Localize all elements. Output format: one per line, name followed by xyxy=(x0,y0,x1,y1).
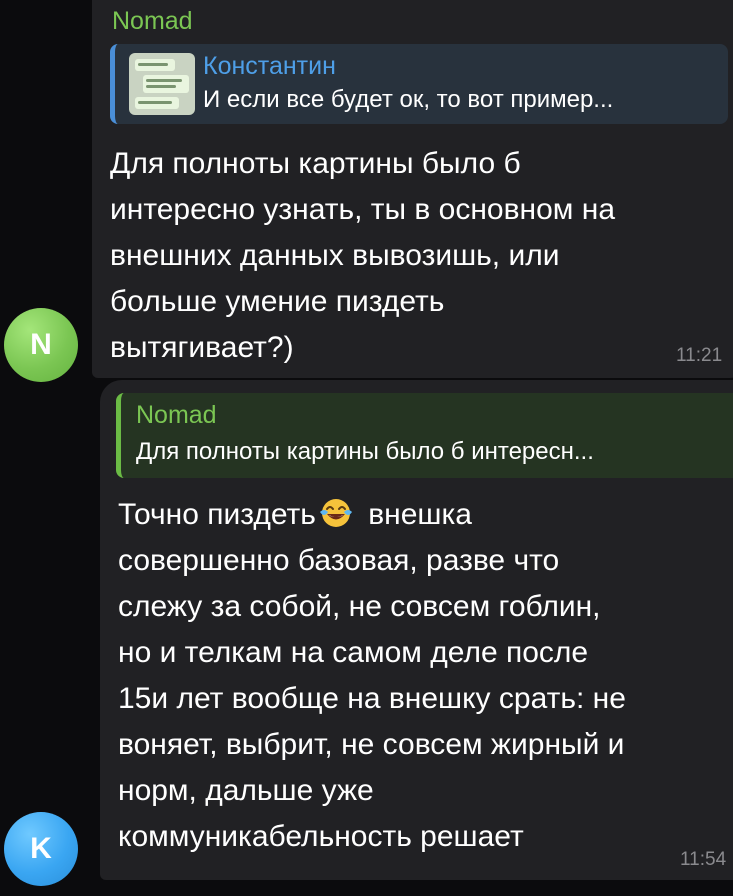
avatar-letter: N xyxy=(30,328,52,361)
chat-view: Nomad Константин И если все будет ок, то… xyxy=(0,0,733,896)
message-time: 11:21 xyxy=(676,345,723,366)
avatar[interactable]: N xyxy=(4,308,78,382)
avatar-letter: K xyxy=(30,832,52,865)
reply-quote[interactable]: Nomad Для полноты картины было б интерес… xyxy=(116,393,733,478)
message-text: Для полноты картины было б интересно узн… xyxy=(110,147,616,364)
reply-author: Nomad xyxy=(136,401,217,429)
message-bubble[interactable]: Nomad Константин И если все будет ок, то… xyxy=(92,0,733,378)
reply-author: Константин xyxy=(203,52,336,80)
message-bubble[interactable]: Nomad Для полноты картины было б интерес… xyxy=(100,380,733,880)
reply-preview: Для полноты картины было б интересн... xyxy=(136,438,594,465)
reply-preview: И если все будет ок, то вот пример... xyxy=(203,86,614,113)
reply-thumbnail xyxy=(129,53,195,115)
tears-of-joy-emoji xyxy=(319,499,352,527)
message-time: 11:54 xyxy=(680,849,727,870)
message-text: Точно пиздеть внешка совершенно базовая,… xyxy=(118,492,733,860)
message-text-start: Точно пиздеть xyxy=(118,498,316,531)
message-text-rest: внешка совершенно базовая, разве что сле… xyxy=(118,498,626,853)
avatar[interactable]: K xyxy=(4,812,78,886)
sender-name[interactable]: Nomad xyxy=(112,7,193,36)
reply-quote[interactable]: Константин И если все будет ок, то вот п… xyxy=(110,44,728,124)
